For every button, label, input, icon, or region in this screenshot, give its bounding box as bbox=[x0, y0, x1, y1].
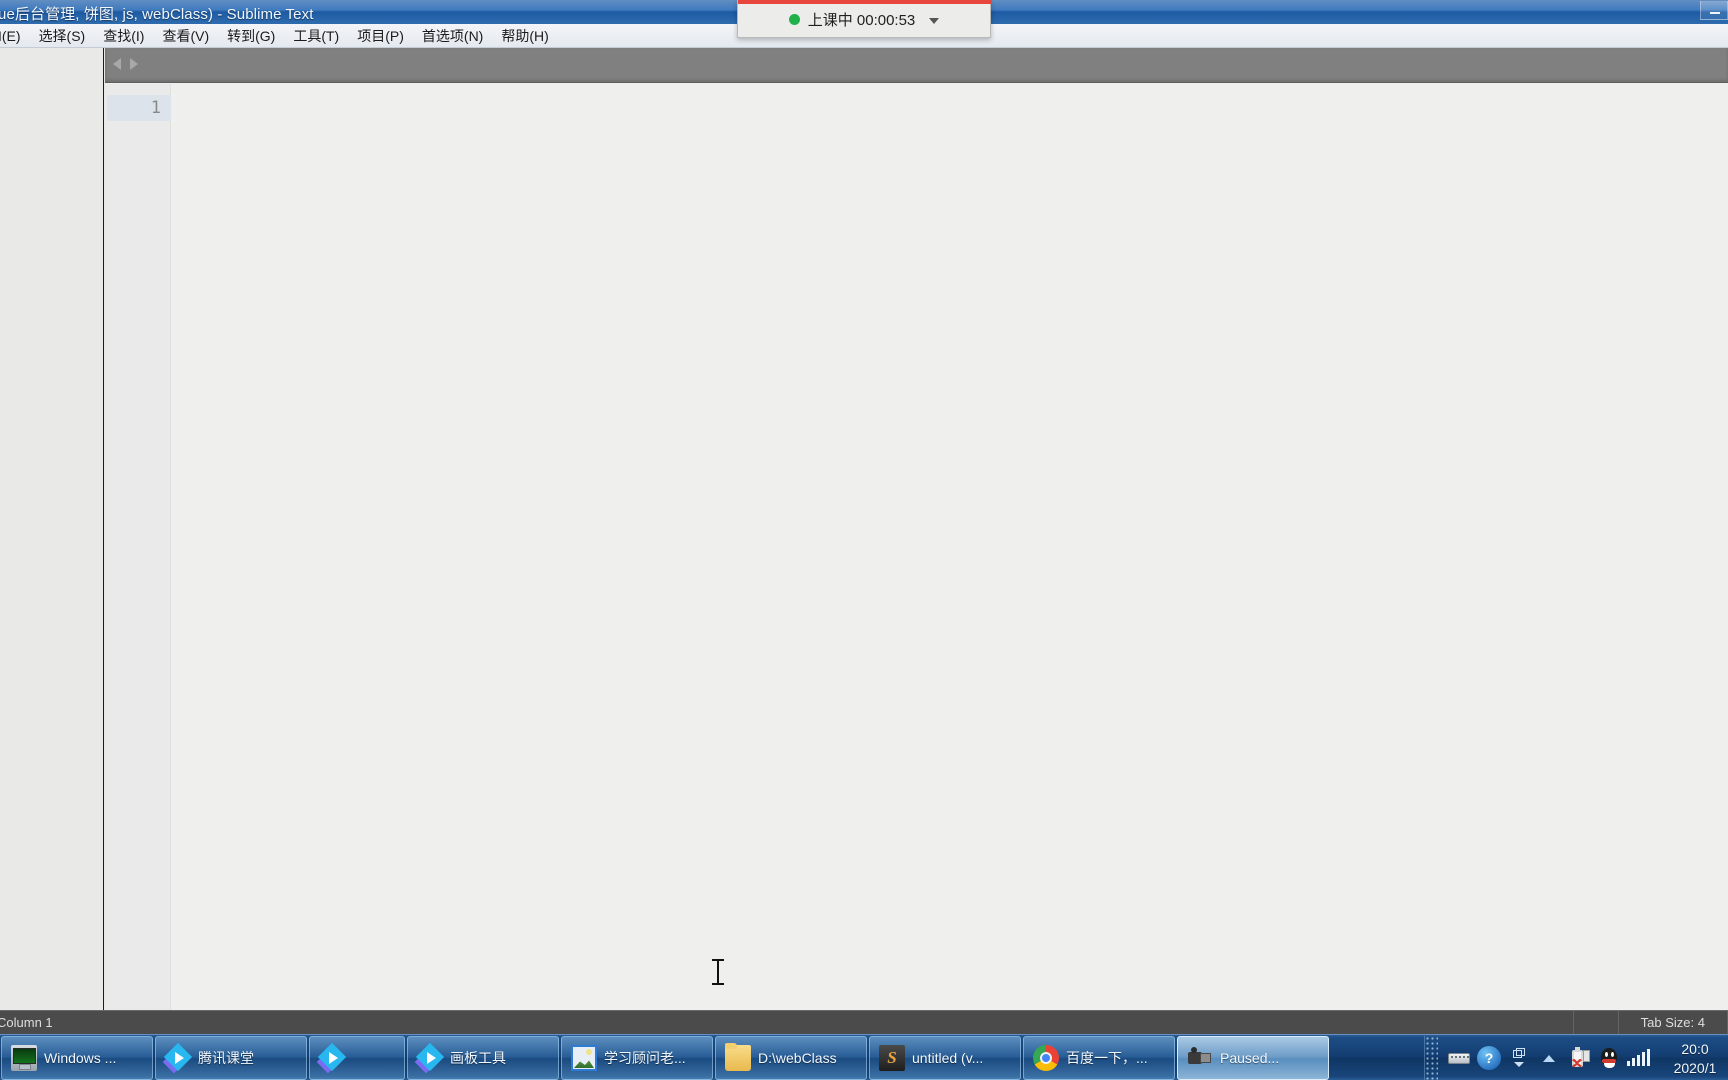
network-signal-icon[interactable] bbox=[1627, 1046, 1651, 1070]
clock-time: 20:0 bbox=[1681, 1041, 1709, 1057]
live-status-dot-icon bbox=[788, 14, 800, 25]
tray-grip-handle[interactable] bbox=[1424, 1035, 1438, 1080]
qq-icon[interactable] bbox=[1597, 1046, 1621, 1070]
menu-item-goto[interactable]: 转到(G) bbox=[218, 25, 284, 47]
folder-icon bbox=[725, 1043, 751, 1071]
clock-date: 2020/1 bbox=[1673, 1060, 1717, 1076]
taskbar-item-label: D:\webClass bbox=[758, 1050, 837, 1066]
taskbar-item-study-advisor[interactable]: 学习顾问老... bbox=[561, 1036, 713, 1080]
taskbar-item-label: untitled (v... bbox=[912, 1050, 984, 1066]
tab-bar[interactable] bbox=[105, 48, 1728, 83]
tencent-classroom-icon bbox=[162, 1042, 193, 1074]
tencent-classroom-status-widget[interactable]: 上课中 00:00:53 bbox=[737, 0, 992, 38]
taskbar-item-drawing-board[interactable]: 画板工具 bbox=[407, 1036, 559, 1080]
widget-content: 上课中 00:00:53 bbox=[788, 9, 940, 30]
code-editing-area[interactable] bbox=[172, 84, 1728, 1010]
menu-item-edit[interactable]: I(E) bbox=[0, 25, 30, 47]
show-hidden-icons-icon[interactable] bbox=[1537, 1046, 1561, 1070]
status-separator bbox=[1572, 1011, 1574, 1035]
tab-scroll-controls[interactable] bbox=[113, 58, 138, 70]
system-tray: 20:0 2020/1 bbox=[1424, 1035, 1728, 1080]
menu-item-view[interactable]: 查看(V) bbox=[153, 25, 218, 47]
taskbar-item-recorder[interactable]: Paused... bbox=[1177, 1036, 1329, 1080]
taskbar-item-webclass-folder[interactable]: D:\webClass bbox=[715, 1036, 867, 1080]
status-tab-size[interactable]: Tab Size: 4 bbox=[1619, 1011, 1727, 1035]
taskbar-item-chrome[interactable]: 百度一下，... bbox=[1023, 1036, 1175, 1080]
photo-icon bbox=[571, 1045, 597, 1071]
editor-body: 1 bbox=[0, 48, 1728, 1010]
widget-accent-bar bbox=[738, 0, 992, 4]
taskbar-item-label: Windows ... bbox=[44, 1050, 117, 1066]
status-right-group: Tab Size: 4 bbox=[1572, 1011, 1728, 1035]
sublime-text-window: ue后台管理, 饼图, js, webClass) - Sublime Text… bbox=[0, 0, 1728, 1035]
taskbar-buttons: Windows ... 腾讯课堂 画板工具 学习顾问老... D:\webCla… bbox=[0, 1035, 1424, 1080]
restore-icon[interactable] bbox=[1507, 1046, 1531, 1070]
class-status-label: 上课中 00:00:53 bbox=[807, 12, 916, 29]
help-icon[interactable] bbox=[1477, 1045, 1501, 1070]
taskbar-item-tencent-classroom-2[interactable] bbox=[309, 1036, 405, 1080]
scroll-right-icon[interactable] bbox=[130, 58, 138, 70]
taskbar-item-label: 百度一下，... bbox=[1066, 1050, 1148, 1066]
camcorder-icon bbox=[1187, 1045, 1213, 1071]
monitor-icon bbox=[11, 1045, 37, 1071]
taskbar-item-label: 画板工具 bbox=[450, 1050, 506, 1066]
status-column-indicator[interactable]: Column 1 bbox=[0, 1015, 53, 1030]
windows-taskbar: Windows ... 腾讯课堂 画板工具 学习顾问老... D:\webCla… bbox=[0, 1034, 1728, 1080]
line-number-gutter: 1 bbox=[105, 84, 171, 1010]
taskbar-item-label: Paused... bbox=[1220, 1050, 1280, 1066]
battery-icon[interactable] bbox=[1567, 1046, 1591, 1070]
scroll-left-icon[interactable] bbox=[113, 58, 121, 70]
line-number: 1 bbox=[150, 98, 161, 118]
menu-item-find[interactable]: 查找(I) bbox=[94, 25, 153, 47]
mouse-ibeam-cursor bbox=[712, 959, 724, 985]
window-controls bbox=[1636, 0, 1728, 22]
chrome-icon bbox=[1033, 1045, 1059, 1071]
taskbar-item-sublime-text[interactable]: untitled (v... bbox=[869, 1036, 1021, 1080]
taskbar-clock[interactable]: 20:0 2020/1 bbox=[1664, 1037, 1726, 1078]
menu-item-tools[interactable]: 工具(T) bbox=[284, 25, 348, 47]
chevron-down-icon[interactable] bbox=[929, 17, 940, 24]
menu-item-selection[interactable]: 选择(S) bbox=[30, 25, 95, 47]
taskbar-item-label: 腾讯课堂 bbox=[198, 1050, 254, 1066]
minimize-button[interactable] bbox=[1700, 1, 1728, 20]
tencent-classroom-icon bbox=[414, 1042, 445, 1074]
editor-column: 1 bbox=[105, 48, 1728, 1010]
sublime-icon bbox=[879, 1045, 905, 1071]
menu-item-preferences[interactable]: 首选项(N) bbox=[413, 25, 492, 47]
taskbar-item-label: 学习顾问老... bbox=[604, 1050, 686, 1066]
taskbar-item-tencent-classroom[interactable]: 腾讯课堂 bbox=[155, 1036, 307, 1080]
taskbar-item-windows[interactable]: Windows ... bbox=[1, 1036, 153, 1080]
tencent-classroom-icon bbox=[316, 1042, 347, 1074]
menu-item-project[interactable]: 项目(P) bbox=[348, 25, 413, 47]
sidebar-panel[interactable] bbox=[0, 48, 104, 1010]
status-bar: Column 1 Tab Size: 4 bbox=[0, 1010, 1728, 1035]
keyboard-icon[interactable] bbox=[1447, 1046, 1471, 1070]
menu-item-help[interactable]: 帮助(H) bbox=[492, 25, 557, 47]
window-title: ue后台管理, 饼图, js, webClass) - Sublime Text bbox=[0, 6, 314, 23]
